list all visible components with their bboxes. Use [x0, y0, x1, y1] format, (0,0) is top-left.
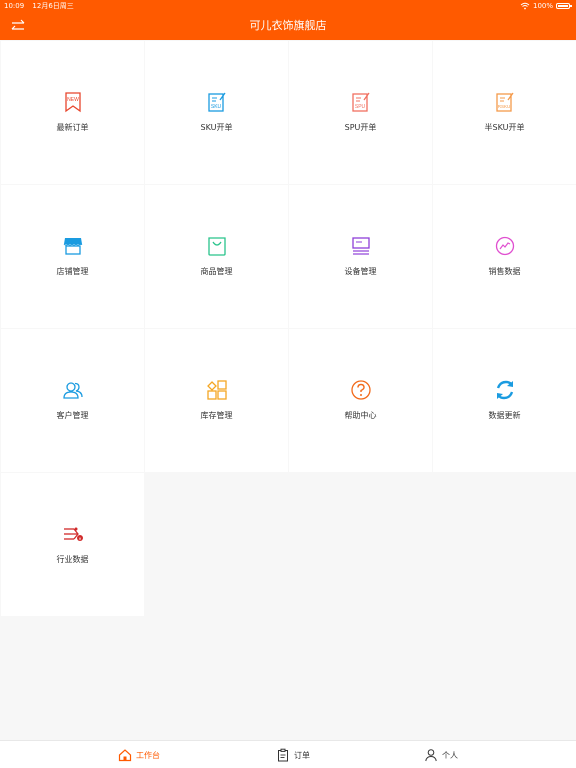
status-right: 100%: [520, 0, 572, 12]
tile-sku-order[interactable]: SKU SKU开单: [145, 41, 288, 184]
tile-label: 半SKU开单: [484, 123, 525, 132]
battery-icon: [556, 3, 572, 9]
status-time: 10:09: [4, 2, 25, 10]
nav-bar: 可儿衣饰旗舰店: [0, 12, 576, 40]
spu-order-icon: SPU: [351, 92, 370, 112]
tile-label: 销售数据: [488, 267, 521, 276]
person-icon: [425, 749, 437, 762]
tile-spu-order[interactable]: SPU SPU开单: [289, 41, 432, 184]
tile-product-management[interactable]: 商品管理: [145, 185, 288, 328]
tile-label: 店铺管理: [56, 267, 89, 276]
svg-text:SKU: SKU: [210, 104, 221, 110]
tile-label: SKU开单: [200, 123, 233, 132]
tile-label: 客户管理: [56, 411, 89, 420]
svg-text:SPU: SPU: [354, 104, 365, 110]
app-header: 10:09 12月6日周三 100% 可儿衣饰旗舰店: [0, 0, 576, 40]
tab-orders[interactable]: 订单: [276, 741, 310, 768]
tab-workbench[interactable]: 工作台: [118, 741, 160, 768]
sales-chart-icon: [495, 236, 514, 256]
status-date: 12月6日周三: [32, 2, 74, 10]
tile-label: 商品管理: [200, 267, 233, 276]
tab-bar: 工作台 订单 个人: [0, 740, 576, 768]
device-icon: [351, 237, 370, 255]
tab-label: 个人: [442, 750, 458, 760]
tile-inventory-management[interactable]: 库存管理: [145, 329, 288, 472]
tab-label: 订单: [294, 750, 310, 760]
svg-text:RSKU: RSKU: [497, 104, 510, 109]
tile-half-sku-order[interactable]: RSKU 半SKU开单: [433, 41, 576, 184]
battery-percent: 100%: [532, 2, 553, 10]
tab-label: 工作台: [136, 750, 160, 760]
tile-data-update[interactable]: 数据更新: [433, 329, 576, 472]
industry-data-icon: ¥: [63, 527, 83, 541]
svg-text:NEW: NEW: [67, 97, 79, 103]
clipboard-icon: [278, 748, 288, 762]
sku-order-icon: SKU: [207, 92, 226, 112]
tile-store-management[interactable]: 店铺管理: [1, 185, 144, 328]
tile-label: 帮助中心: [344, 411, 377, 420]
tile-label: 设备管理: [344, 267, 377, 276]
tile-help-center[interactable]: 帮助中心: [289, 329, 432, 472]
half-sku-order-icon: RSKU: [495, 92, 514, 112]
tile-label: 数据更新: [488, 411, 521, 420]
shopping-bag-icon: [207, 237, 226, 256]
status-bar: 10:09 12月6日周三 100%: [0, 0, 576, 12]
store-icon: [63, 238, 82, 255]
inventory-icon: [206, 380, 227, 400]
wifi-icon: [520, 2, 530, 10]
new-order-icon: NEW: [64, 92, 81, 113]
refresh-icon: [496, 380, 513, 400]
tile-customer-management[interactable]: 客户管理: [1, 329, 144, 472]
customers-icon: [62, 382, 83, 399]
tile-device-management[interactable]: 设备管理: [289, 185, 432, 328]
page-title: 可儿衣饰旗舰店: [249, 19, 327, 32]
tile-sales-data[interactable]: 销售数据: [433, 185, 576, 328]
tile-label: 行业数据: [56, 555, 89, 564]
status-time-date: 10:09 12月6日周三: [4, 0, 74, 12]
tile-label: 最新订单: [56, 123, 89, 132]
tab-personal[interactable]: 个人: [424, 741, 458, 768]
tile-industry-data[interactable]: ¥ 行业数据: [1, 473, 144, 616]
home-icon: [118, 749, 132, 762]
tile-label: 库存管理: [200, 411, 233, 420]
tile-label: SPU开单: [344, 123, 377, 132]
tile-latest-orders[interactable]: NEW 最新订单: [1, 41, 144, 184]
help-icon: [350, 380, 371, 400]
